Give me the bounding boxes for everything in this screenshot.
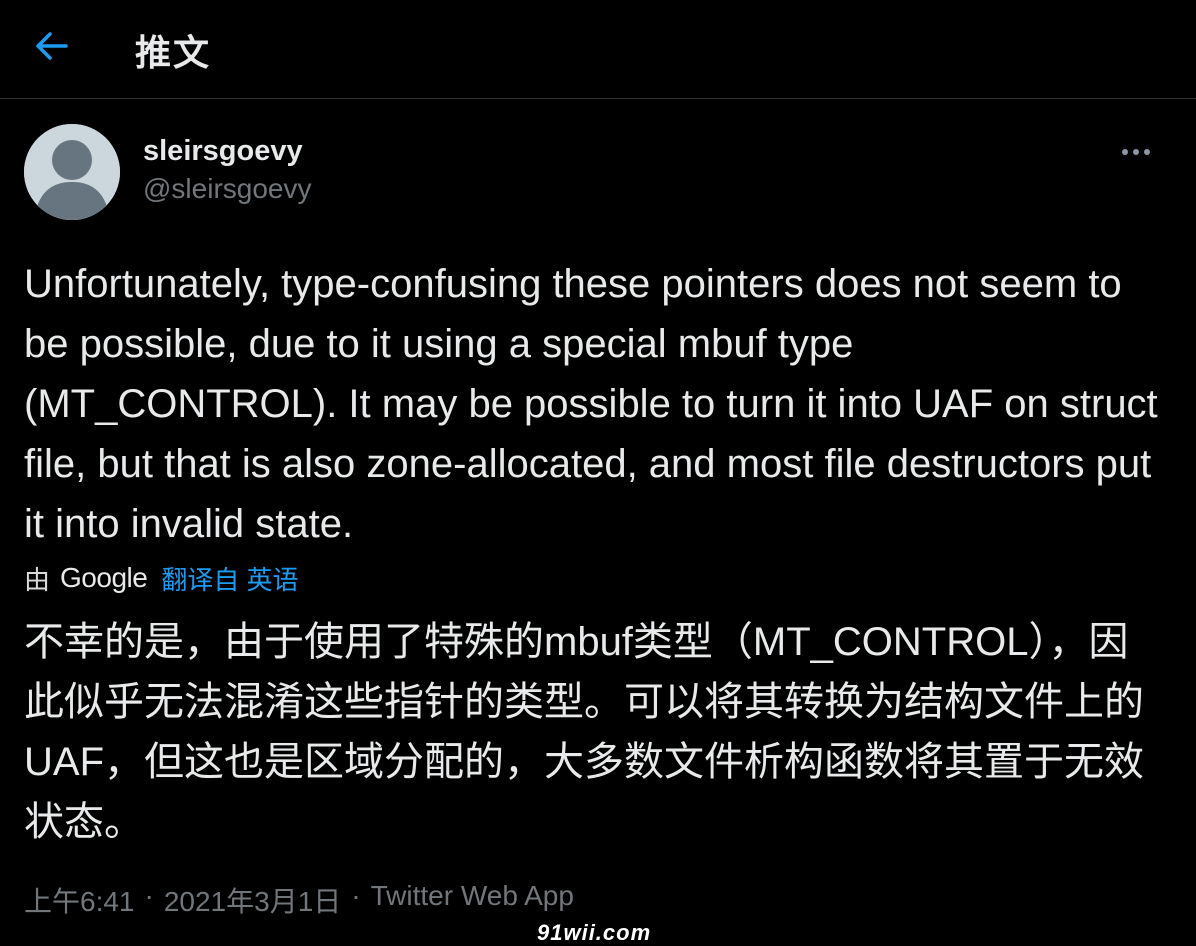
tweet-date[interactable]: 2021年3月1日 (164, 880, 341, 920)
google-logo: Google (60, 562, 148, 593)
arrow-left-icon (36, 32, 68, 60)
more-horizontal-icon (1133, 149, 1139, 155)
avatar[interactable] (24, 124, 120, 220)
tweet-metadata: 上午6:41 · 2021年3月1日 · Twitter Web App (24, 880, 574, 920)
meta-separator: · (144, 880, 154, 911)
tweet-text: Unfortunately, type-confusing these poin… (24, 262, 1158, 546)
translated-from-link[interactable]: 翻译自 英语 (161, 560, 298, 597)
more-horizontal-icon (1144, 149, 1150, 155)
page-title: 推文 (135, 32, 212, 73)
top-bar: 推文 (0, 0, 1196, 99)
more-options-button[interactable] (1116, 140, 1156, 164)
back-button[interactable] (30, 26, 74, 66)
translated-tweet-text: 不幸的是，由于使用了特殊的mbuf类型（MT_CONTROL），因此似乎无法混淆… (24, 620, 1144, 844)
user-handle[interactable]: @sleirsgoevy (143, 173, 311, 205)
meta-separator: · (351, 880, 361, 911)
default-avatar-icon (24, 124, 120, 220)
more-horizontal-icon (1122, 149, 1128, 155)
display-name[interactable]: sleirsgoevy (143, 135, 303, 168)
watermark: 91wii.com (537, 920, 652, 945)
tweet-time[interactable]: 上午6:41 (24, 880, 135, 920)
tweet-source[interactable]: Twitter Web App (371, 880, 574, 920)
translated-by-label: 由 (24, 564, 51, 595)
translation-attribution: 由 Google 翻译自 英语 (24, 558, 299, 598)
